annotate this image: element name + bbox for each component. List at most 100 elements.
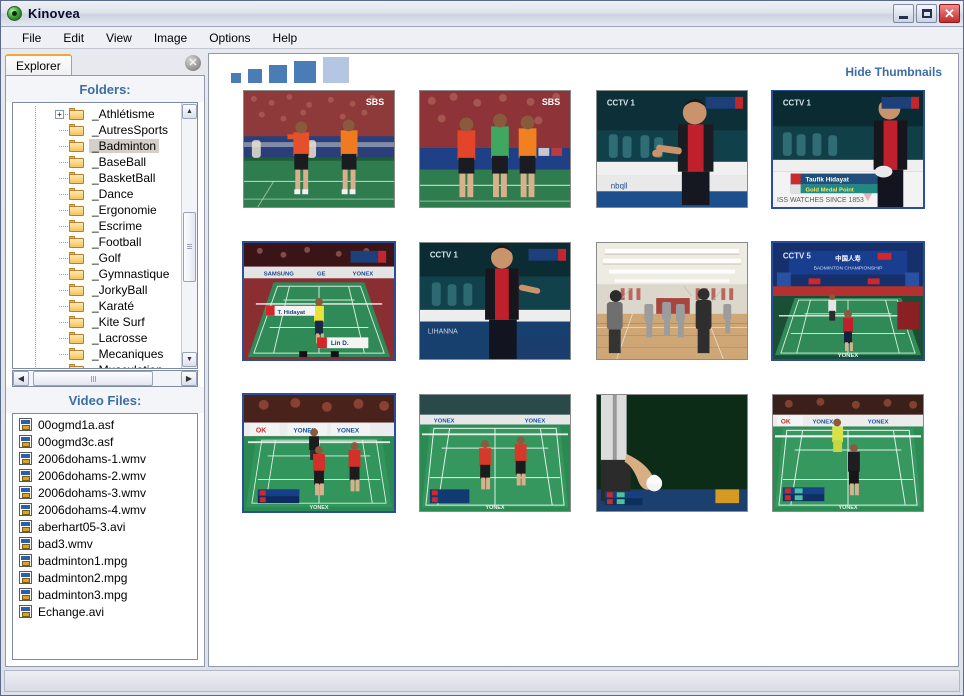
tree-tick xyxy=(59,226,68,227)
video-file-icon xyxy=(19,605,32,618)
thumbnail-size-xl-button[interactable] xyxy=(323,57,349,83)
folder-tree[interactable]: + _Athlétisme _AutresSports _Badminton _… xyxy=(13,103,181,368)
tree-item-lacrosse[interactable]: _Lacrosse xyxy=(13,330,181,346)
tree-item-escrime[interactable]: _Escrime xyxy=(13,218,181,234)
svg-text:YONEX: YONEX xyxy=(337,427,360,434)
thumbnail-item[interactable]: OK YONEX YONEX YONEX xyxy=(242,393,397,513)
expand-icon[interactable]: + xyxy=(55,110,64,119)
svg-text:SBS: SBS xyxy=(542,97,560,107)
svg-text:CCTV 1: CCTV 1 xyxy=(430,251,459,260)
thumbnail-size-m-button[interactable] xyxy=(269,65,287,83)
list-item[interactable]: 2006dohams-4.wmv xyxy=(13,501,197,518)
hide-thumbnails-link[interactable]: Hide Thumbnails xyxy=(845,65,942,79)
svg-text:YONEX: YONEX xyxy=(353,271,374,277)
menu-item-options[interactable]: Options xyxy=(198,28,261,48)
tree-item-golf[interactable]: _Golf xyxy=(13,250,181,266)
thumbnail-item[interactable]: SAMSUNG GE YONEX T. Hidayat Lin D. xyxy=(242,241,397,361)
tree-item-athletisme[interactable]: + _Athlétisme xyxy=(13,106,181,122)
hscroll-track[interactable] xyxy=(29,371,181,386)
tree-item-mecaniques[interactable]: _Mecaniques xyxy=(13,346,181,362)
list-item[interactable]: 2006dohams-2.wmv xyxy=(13,467,197,484)
thumbnail-item[interactable]: nbqll CCTV 1 xyxy=(595,90,748,208)
list-item[interactable]: badminton1.mpg xyxy=(13,552,197,569)
tree-item-ergonomie[interactable]: _Ergonomie xyxy=(13,202,181,218)
tree-item-basketball[interactable]: _BasketBall xyxy=(13,170,181,186)
menu-item-image[interactable]: Image xyxy=(143,28,198,48)
thumbnail-item[interactable] xyxy=(595,394,748,512)
menu-item-file[interactable]: File xyxy=(11,28,52,48)
tree-item-gymnastique[interactable]: _Gymnastique xyxy=(13,266,181,282)
thumbnail-item[interactable] xyxy=(595,242,748,360)
list-item[interactable]: Echange.avi xyxy=(13,603,197,620)
thumbnail-image: YONEX YONEX YONEX xyxy=(420,395,571,511)
tree-guide xyxy=(35,138,36,154)
svg-text:YONEX: YONEX xyxy=(434,419,455,425)
thumbnail-item[interactable]: LIHANNA CCTV 1 xyxy=(419,242,572,360)
tree-item-musculation[interactable]: _Musculation xyxy=(13,362,181,368)
list-item[interactable]: 00ogmd1a.asf xyxy=(13,416,197,433)
tree-item-karate[interactable]: _Karaté xyxy=(13,298,181,314)
tree-guide xyxy=(35,266,36,282)
list-item[interactable]: 00ogmd3c.asf xyxy=(13,433,197,450)
menu-item-edit[interactable]: Edit xyxy=(52,28,95,48)
folder-icon xyxy=(69,252,84,264)
tree-item-dance[interactable]: _Dance xyxy=(13,186,181,202)
thumbnail-size-s-button[interactable] xyxy=(248,69,262,83)
list-item[interactable]: badminton2.mpg xyxy=(13,569,197,586)
hscroll-thumb[interactable] xyxy=(33,371,153,386)
thumbnail-item[interactable]: ISS WATCHES SINCE 1853 Taufik Hidayat Go… xyxy=(770,90,925,209)
thumbnail-item[interactable]: OK YONEX YONEX YONEX xyxy=(771,394,924,512)
tree-item-badminton[interactable]: _Badminton xyxy=(13,138,181,154)
list-item[interactable]: badminton3.mpg xyxy=(13,586,197,603)
thumbnail-item[interactable]: SBS xyxy=(419,90,572,208)
folder-icon xyxy=(69,188,84,200)
video-file-icon xyxy=(19,452,32,465)
video-file-icon xyxy=(19,435,32,448)
tree-tick xyxy=(59,194,68,195)
folder-tree-horizontal-scrollbar[interactable]: ◀ ▶ xyxy=(12,370,198,387)
scroll-thumb[interactable] xyxy=(183,212,196,283)
menu-item-view[interactable]: View xyxy=(95,28,143,48)
thumbnail-item[interactable]: SBS xyxy=(243,90,396,208)
thumbnail-item[interactable]: 中国人寿 BADMINTON CHAMPIONSHIP YONEX CCTV 5 xyxy=(770,241,925,361)
tree-item-autressports[interactable]: _AutresSports xyxy=(13,122,181,138)
tree-guide xyxy=(35,346,36,362)
scroll-left-icon[interactable]: ◀ xyxy=(13,371,29,386)
file-name: 2006dohams-1.wmv xyxy=(38,451,147,466)
scroll-right-icon[interactable]: ▶ xyxy=(181,371,197,386)
svg-text:Lin D.: Lin D. xyxy=(331,340,349,347)
list-item[interactable]: 2006dohams-3.wmv xyxy=(13,484,197,501)
video-files-list[interactable]: 00ogmd1a.asf 00ogmd3c.asf 2006dohams-1.w… xyxy=(12,413,198,660)
thumbnail-image: LIHANNA CCTV 1 xyxy=(420,243,571,359)
tree-item-jorkyball[interactable]: _JorkyBall xyxy=(13,282,181,298)
scroll-track[interactable] xyxy=(182,120,197,351)
tree-item-baseball[interactable]: _BaseBall xyxy=(13,154,181,170)
tree-item-kitesurf[interactable]: _Kite Surf xyxy=(13,314,181,330)
folder-tree-vertical-scrollbar[interactable]: ▲ ▼ xyxy=(181,103,197,368)
tree-guide xyxy=(35,122,36,138)
scroll-down-icon[interactable]: ▼ xyxy=(182,352,197,367)
tree-tick xyxy=(59,258,68,259)
folder-icon xyxy=(69,204,84,216)
close-icon[interactable]: ✕ xyxy=(185,55,201,71)
file-name: Echange.avi xyxy=(38,604,105,619)
thumbnail-size-l-button[interactable] xyxy=(294,61,316,83)
list-item[interactable]: 2006dohams-1.wmv xyxy=(13,450,197,467)
scroll-up-icon[interactable]: ▲ xyxy=(182,104,197,119)
tree-item-football[interactable]: _Football xyxy=(13,234,181,250)
thumbnail-item[interactable]: YONEX YONEX YONEX xyxy=(419,394,572,512)
minimize-button[interactable] xyxy=(893,4,914,23)
menu-item-help[interactable]: Help xyxy=(262,28,309,48)
thumbnail-size-xs-button[interactable] xyxy=(231,73,241,83)
window-title: Kinovea xyxy=(28,6,80,21)
list-item[interactable]: aberhart05-3.avi xyxy=(13,518,197,535)
maximize-button[interactable] xyxy=(916,4,937,23)
tree-item-label: _Athlétisme xyxy=(92,107,155,121)
close-window-button[interactable]: ✕ xyxy=(939,4,960,23)
tree-item-label: _BasketBall xyxy=(92,171,156,185)
tree-tick xyxy=(59,242,68,243)
explorer-panel: Explorer ✕ Folders: + _Athlétisme _Autre… xyxy=(5,53,205,667)
tab-explorer[interactable]: Explorer xyxy=(5,54,72,75)
list-item[interactable]: bad3.wmv xyxy=(13,535,197,552)
tree-tick xyxy=(59,322,68,323)
